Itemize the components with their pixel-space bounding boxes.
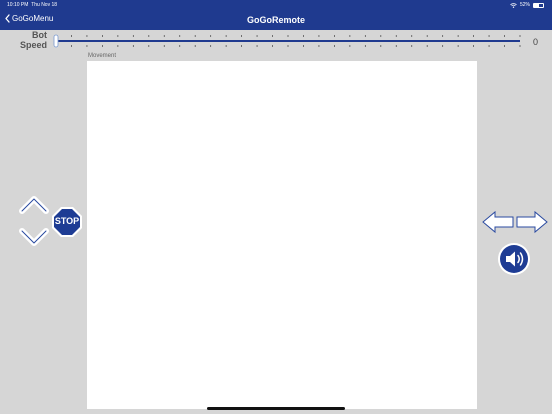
- stop-button[interactable]: STOP: [50, 205, 84, 244]
- backward-button[interactable]: [17, 226, 51, 255]
- slider-thumb[interactable]: [53, 34, 59, 48]
- status-indicators: 52%: [510, 2, 544, 8]
- arrow-left-icon: [482, 210, 514, 234]
- navigation-bar: 10:10 PM Thu Nov 18 52% GoGoMenu GoGoRem…: [0, 0, 552, 30]
- page-title: GoGoRemote: [246, 15, 305, 25]
- turn-right-button[interactable]: [514, 208, 550, 241]
- bot-speed-slider-track: [53, 34, 521, 48]
- turn-left-button[interactable]: [480, 208, 516, 241]
- bot-speed-slider[interactable]: [52, 33, 524, 49]
- home-indicator: [207, 407, 345, 410]
- wifi-icon: [510, 2, 517, 8]
- chevron-down-icon: [19, 228, 49, 246]
- movement-pad[interactable]: [87, 61, 477, 409]
- bot-speed-label-line2: Speed: [19, 40, 47, 50]
- bot-speed-value: 0: [533, 37, 539, 47]
- battery-icon: [533, 2, 544, 8]
- forward-button[interactable]: [17, 192, 51, 221]
- stop-label: STOP: [54, 216, 80, 226]
- speaker-icon: [498, 243, 530, 275]
- chevron-up-icon: [19, 196, 49, 214]
- status-date-text: Thu Nov 18: [31, 2, 58, 8]
- bot-speed-label-line1: Bot: [32, 30, 47, 40]
- movement-label: Movement: [88, 53, 117, 59]
- battery-level: [534, 3, 539, 7]
- sound-button[interactable]: [497, 242, 531, 281]
- bot-speed-label: Bot Speed: [19, 30, 47, 50]
- status-time: 10:10 PM Thu Nov 18: [7, 2, 57, 8]
- status-time-text: 10:10 PM: [7, 2, 29, 8]
- battery-percent: 52%: [519, 2, 530, 8]
- arrow-right-icon: [516, 210, 548, 234]
